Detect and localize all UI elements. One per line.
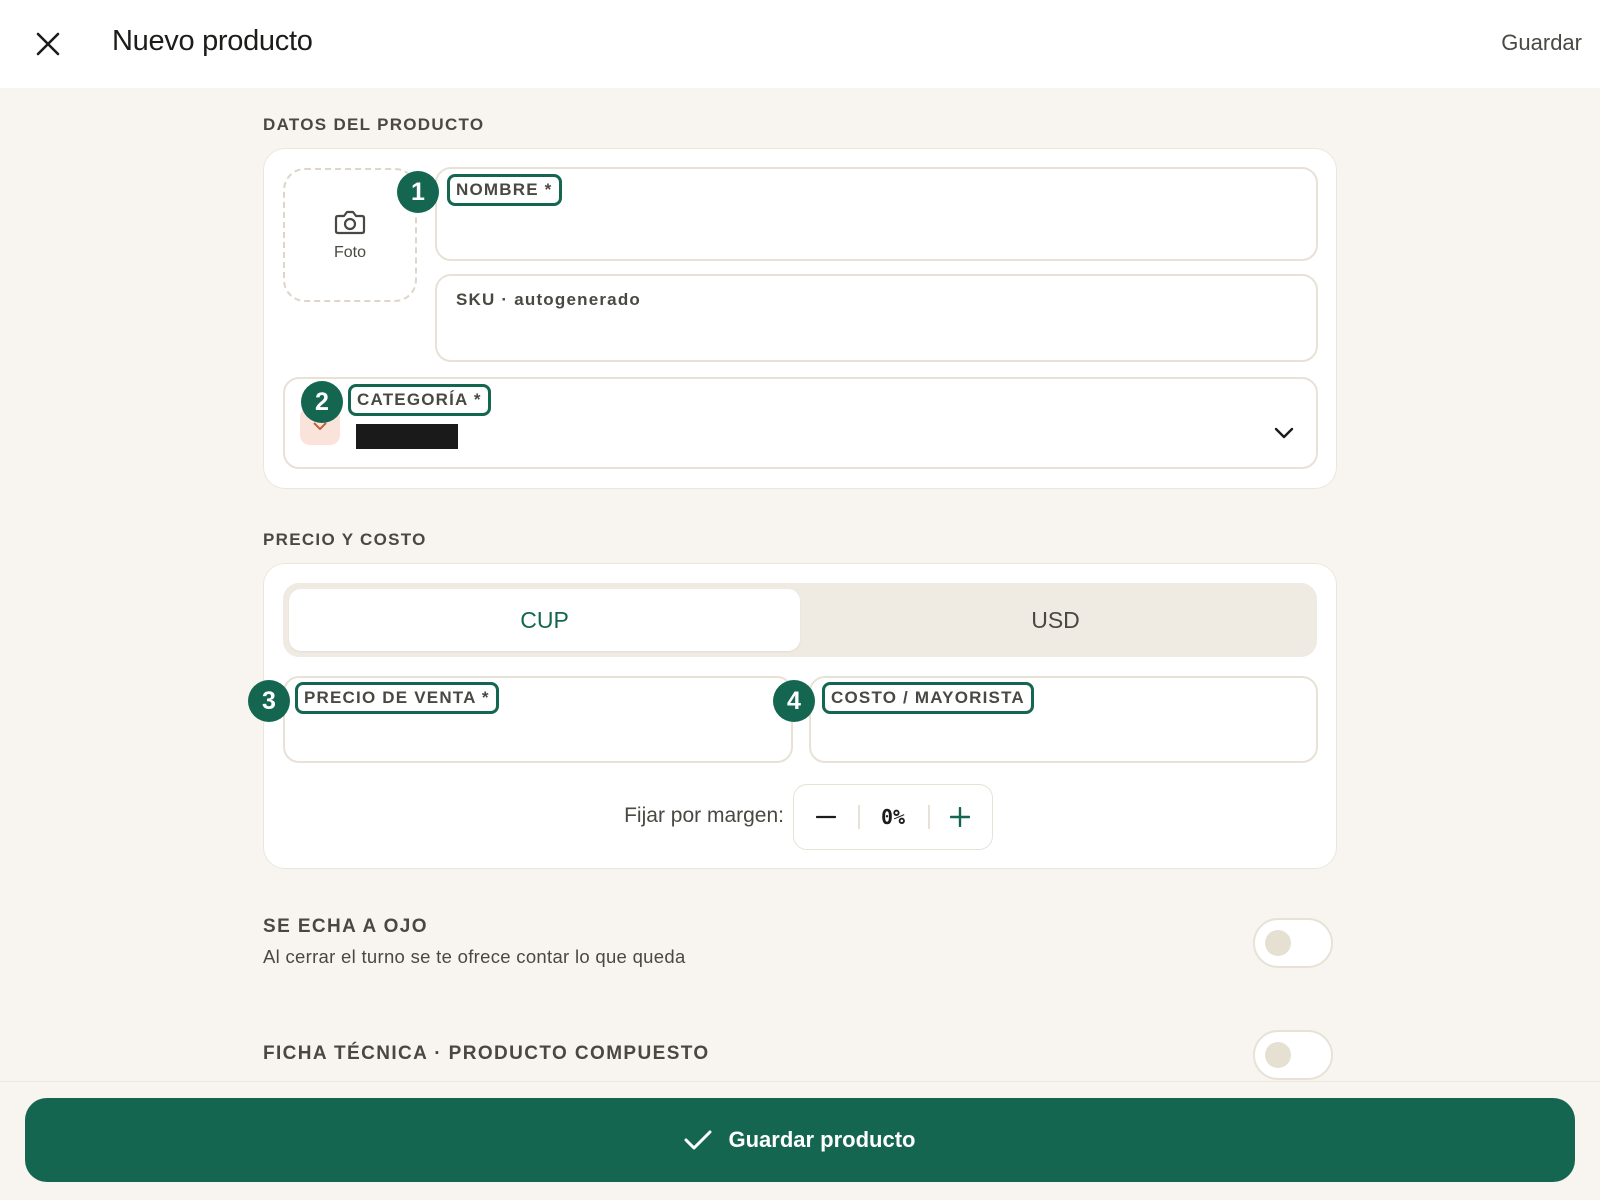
category-select[interactable]: CATEGORÍA * [283, 377, 1318, 469]
section-label-product-data: DATOS DEL PRODUCTO [263, 115, 485, 134]
cost-label: COSTO / MAYORISTA [822, 682, 1034, 714]
close-icon [36, 32, 60, 56]
composite-toggle-title: FICHA TÉCNICA · PRODUCTO COMPUESTO [263, 1043, 710, 1064]
currency-tab-cup[interactable]: CUP [289, 589, 800, 651]
step-badge-2: 2 [301, 381, 343, 423]
product-data-card: Foto NOMBRE * 1 SKU · autogenerado CATEG… [263, 148, 1337, 489]
margin-stepper: 0% [793, 784, 993, 850]
close-button[interactable] [28, 24, 68, 64]
currency-tab-usd[interactable]: USD [800, 589, 1311, 651]
currency-segmented-control: CUP USD [283, 583, 1317, 657]
toggle-knob [1265, 930, 1291, 956]
margin-value: 0% [880, 805, 906, 829]
photo-label: Foto [333, 244, 366, 261]
margin-label: Fijar por margen: [624, 804, 784, 827]
save-product-button[interactable]: Guardar producto [25, 1098, 1575, 1182]
category-value-redacted [356, 424, 458, 449]
eyeball-toggle-title: SE ECHA A OJO [263, 916, 428, 937]
cost-field[interactable]: COSTO / MAYORISTA [809, 676, 1318, 763]
footer-bar: Guardar producto [0, 1081, 1600, 1200]
step-badge-1: 1 [397, 171, 439, 213]
step-badge-3: 3 [248, 680, 290, 722]
eyeball-toggle-subtitle: Al cerrar el turno se te ofrece contar l… [263, 946, 686, 967]
section-label-price: PRECIO Y COSTO [263, 530, 427, 549]
eyeball-toggle[interactable] [1253, 918, 1333, 968]
name-field-label: NOMBRE * [447, 174, 562, 206]
price-card: CUP USD PRECIO DE VENTA * 3 COSTO / MAYO… [248, 563, 1337, 869]
toggle-knob [1265, 1042, 1291, 1068]
save-product-label: Guardar producto [728, 1127, 916, 1152]
sku-field-label: SKU · autogenerado [456, 290, 642, 309]
sale-price-label: PRECIO DE VENTA * [295, 682, 499, 714]
name-field[interactable]: NOMBRE * [435, 167, 1318, 261]
sku-field[interactable]: SKU · autogenerado [435, 274, 1318, 362]
step-badge-4: 4 [773, 680, 815, 722]
chevron-down-icon [1274, 427, 1294, 439]
page-title: Nuevo producto [112, 25, 313, 57]
margin-increment-button[interactable] [928, 785, 992, 849]
check-icon [684, 1130, 712, 1150]
sale-price-field[interactable]: PRECIO DE VENTA * [283, 676, 793, 763]
plus-icon [950, 807, 970, 827]
category-field-label: CATEGORÍA * [348, 384, 491, 416]
header-save-button[interactable]: Guardar [1501, 30, 1582, 56]
camera-icon [334, 210, 366, 235]
minus-icon [816, 815, 836, 819]
margin-decrement-button[interactable] [794, 785, 858, 849]
top-bar: Nuevo producto Guardar [0, 0, 1600, 88]
composite-toggle[interactable] [1253, 1030, 1333, 1080]
